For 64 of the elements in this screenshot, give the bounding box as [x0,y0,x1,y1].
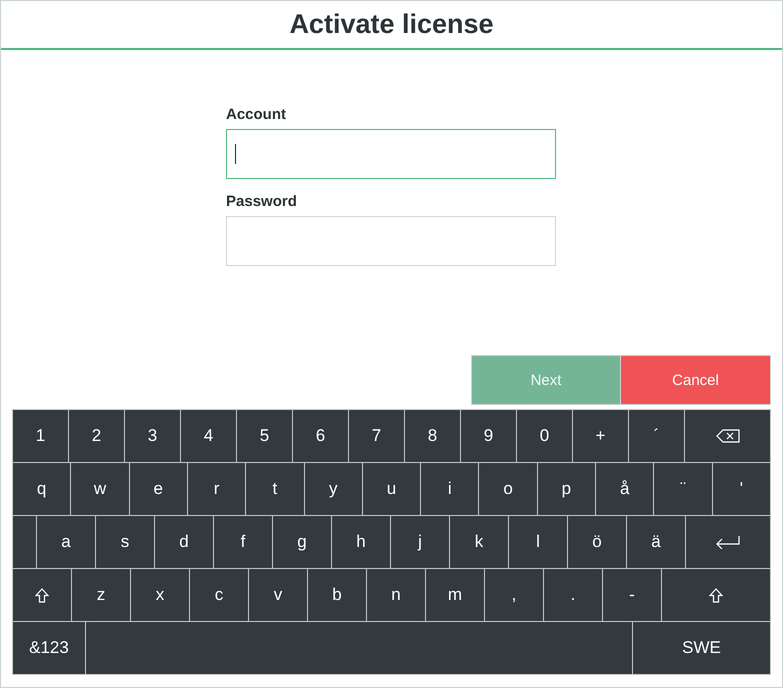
key[interactable]: 5 [237,410,292,462]
key[interactable]: g [273,516,331,568]
key[interactable]: i [421,463,478,515]
key[interactable]: m [426,569,484,621]
enter-key[interactable] [686,516,770,568]
backspace-icon [716,429,740,443]
backspace-key[interactable] [685,410,770,462]
key[interactable]: b [308,569,366,621]
key[interactable]: v [249,569,307,621]
key[interactable]: s [96,516,154,568]
blank-key [13,516,36,568]
key[interactable]: ' [712,463,770,515]
key[interactable]: r [188,463,246,515]
key[interactable]: ä [627,516,685,568]
key[interactable]: 9 [461,410,516,462]
key[interactable]: 0 [517,410,572,462]
key[interactable]: d [155,516,213,568]
key[interactable]: l [509,516,567,568]
shift-key[interactable] [662,569,770,621]
key[interactable]: h [332,516,390,568]
key[interactable]: j [391,516,449,568]
key[interactable]: 4 [181,410,236,462]
field-label: Password [226,193,298,210]
key[interactable]: . [544,569,602,621]
key[interactable]: t [246,463,304,515]
shift-icon [709,588,723,602]
key[interactable]: + [573,410,628,462]
key[interactable]: w [71,463,129,515]
key[interactable]: 6 [293,410,348,462]
key[interactable]: p [538,463,596,515]
key[interactable]: ¨ [654,463,712,515]
key[interactable]: k [450,516,508,568]
key[interactable]: 8 [405,410,460,462]
enter-icon [715,535,741,549]
shift-key[interactable] [13,569,71,621]
key[interactable]: 3 [125,410,180,462]
key[interactable]: z [72,569,130,621]
key[interactable]: ´ [629,410,684,462]
key[interactable]: y [304,463,362,515]
key[interactable]: x [131,569,189,621]
input-field[interactable] [226,129,556,179]
key[interactable]: 7 [349,410,404,462]
text-cursor [235,144,236,164]
window-title: Activate license [289,9,494,40]
key[interactable]: u [362,463,420,515]
key[interactable]: - [603,569,661,621]
field-label: Account [226,106,287,123]
key[interactable]: å [596,463,654,515]
key[interactable]: , [485,569,543,621]
key[interactable]: 2 [69,410,124,462]
key[interactable]: a [37,516,95,568]
input-field[interactable] [226,216,556,266]
key[interactable]: e [130,463,187,515]
space-key[interactable] [86,622,632,674]
key[interactable]: &123 [13,622,85,674]
key[interactable]: n [367,569,425,621]
key[interactable]: q [13,463,70,515]
key[interactable]: SWE [633,622,770,674]
shift-icon [35,588,49,602]
key[interactable]: 1 [13,410,68,462]
key[interactable]: c [190,569,248,621]
key[interactable]: f [214,516,272,568]
key[interactable]: o [479,463,537,515]
key[interactable]: ö [568,516,626,568]
